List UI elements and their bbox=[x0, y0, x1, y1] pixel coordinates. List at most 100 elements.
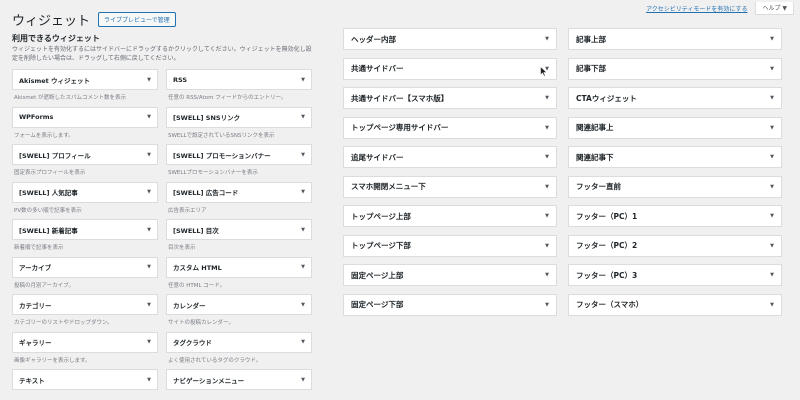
caret-down-icon[interactable]: ▼ bbox=[301, 189, 305, 195]
page-title: ウィジェット bbox=[12, 14, 91, 29]
caret-down-icon[interactable]: ▼ bbox=[545, 154, 549, 160]
widget-title-bar[interactable]: Akismet ウィジェット ▼ bbox=[12, 69, 158, 90]
widget-title-bar[interactable]: [SWELL] SNSリンク ▼ bbox=[166, 106, 312, 128]
sidebar-area[interactable]: 記事上部 ▼ bbox=[568, 28, 782, 50]
caret-down-icon[interactable]: ▼ bbox=[770, 66, 774, 72]
widget-title-bar[interactable]: カスタム HTML ▼ bbox=[166, 256, 312, 278]
sidebar-area[interactable]: 共通サイドバー ▼ bbox=[343, 57, 557, 80]
widget-label: [SWELL] プロフィール bbox=[19, 151, 91, 160]
widget-title-bar[interactable]: ギャラリー ▼ bbox=[12, 331, 158, 353]
page-header: ウィジェット ライブプレビューで管理 bbox=[12, 10, 176, 29]
caret-down-icon[interactable]: ▼ bbox=[545, 125, 549, 131]
widget-title-bar[interactable]: カレンダー ▼ bbox=[166, 294, 312, 315]
caret-down-icon[interactable]: ▼ bbox=[770, 272, 774, 278]
caret-down-icon[interactable]: ▼ bbox=[301, 152, 305, 158]
caret-down-icon[interactable]: ▼ bbox=[545, 184, 549, 190]
sidebar-area[interactable]: 共通サイドバー【スマホ版】 ▼ bbox=[343, 87, 557, 109]
sidebar-area-label: トップページ上部 bbox=[351, 211, 411, 221]
caret-down-icon[interactable]: ▼ bbox=[301, 114, 305, 120]
available-widgets-list: Akismet ウィジェット ▼ Akismet が遮断したスパムコメント数を表示 R… bbox=[12, 69, 312, 400]
caret-down-icon[interactable]: ▼ bbox=[301, 302, 305, 308]
widget-title-bar[interactable]: ナビゲーションメニュー ▼ bbox=[166, 369, 312, 390]
widget-title-bar[interactable]: タグクラウド ▼ bbox=[166, 331, 312, 353]
caret-down-icon[interactable]: ▼ bbox=[545, 36, 549, 42]
caret-down-icon[interactable]: ▼ bbox=[147, 189, 151, 195]
widget-title-bar[interactable]: [SWELL] 人気記事 ▼ bbox=[12, 181, 158, 203]
caret-down-icon[interactable]: ▼ bbox=[770, 243, 774, 249]
widget-label: ギャラリー bbox=[19, 339, 52, 347]
caret-down-icon[interactable]: ▼ bbox=[770, 95, 774, 101]
sidebar-area[interactable]: トップページ上部 ▼ bbox=[343, 205, 557, 227]
available-widgets-title: 利用できるウィジェット bbox=[12, 34, 100, 43]
sidebar-area[interactable]: フッター（PC）3 ▼ bbox=[568, 264, 782, 286]
widget-item: [SWELL] プロモーションバナー ▼ SWELLプロモーションバナーを表示 bbox=[166, 144, 312, 182]
sidebar-area[interactable]: 関連記事下 ▼ bbox=[568, 146, 782, 168]
sidebar-area[interactable]: フッター（PC）2 ▼ bbox=[568, 234, 782, 257]
caret-down-icon[interactable]: ▼ bbox=[545, 95, 549, 101]
available-widgets-description: ウィジェットを有効化するにはサイドバーにドラッグするかクリックしてください。ウィ… bbox=[12, 46, 312, 62]
widget-description: 投稿の月別アーカイブ。 bbox=[14, 282, 75, 289]
widget-title-bar[interactable]: RSS ▼ bbox=[166, 69, 312, 90]
caret-down-icon[interactable]: ▼ bbox=[770, 302, 774, 308]
sidebar-area-label: 記事下部 bbox=[576, 64, 606, 73]
caret-down-icon[interactable]: ▼ bbox=[545, 272, 549, 278]
widget-description: PV数の多い順で記事を表示 bbox=[14, 207, 82, 214]
sidebar-area[interactable]: トップページ下部 ▼ bbox=[343, 234, 557, 257]
widget-title-bar[interactable]: [SWELL] プロフィール ▼ bbox=[12, 144, 158, 165]
widget-title-bar[interactable]: テキスト ▼ bbox=[12, 369, 158, 390]
widget-description: SWELLプロモーションバナーを表示 bbox=[168, 170, 258, 176]
caret-down-icon[interactable]: ▼ bbox=[770, 36, 774, 42]
widget-title-bar[interactable]: [SWELL] 広告コード ▼ bbox=[166, 181, 312, 203]
widget-title-bar[interactable]: カテゴリー ▼ bbox=[12, 294, 158, 315]
widget-title-bar[interactable]: [SWELL] 新着記事 ▼ bbox=[12, 219, 158, 240]
widget-title-bar[interactable]: [SWELL] プロモーションバナー ▼ bbox=[166, 144, 312, 165]
sidebar-area[interactable]: 記事下部 ▼ bbox=[568, 57, 782, 80]
caret-down-icon[interactable]: ▼ bbox=[545, 213, 549, 219]
widget-description: 画像ギャラリーを表示します。 bbox=[14, 357, 91, 364]
caret-down-icon[interactable]: ▼ bbox=[301, 227, 305, 233]
caret-down-icon[interactable]: ▼ bbox=[147, 377, 151, 383]
live-preview-button[interactable]: ライブプレビューで管理 bbox=[98, 12, 176, 27]
widget-item: カレンダー ▼ サイトの投稿カレンダー。 bbox=[166, 294, 312, 332]
widget-title-bar[interactable]: [SWELL] 目次 ▼ bbox=[166, 219, 312, 240]
sidebar-area[interactable]: トップページ専用サイドバー ▼ bbox=[343, 116, 557, 139]
widget-label: テキスト bbox=[19, 376, 45, 385]
sidebar-area[interactable]: フッター（スマホ） ▼ bbox=[568, 293, 782, 316]
caret-down-icon[interactable]: ▼ bbox=[147, 302, 151, 308]
caret-down-icon[interactable]: ▼ bbox=[147, 152, 151, 158]
widget-label: [SWELL] SNSリンク bbox=[173, 114, 241, 122]
caret-down-icon[interactable]: ▼ bbox=[147, 264, 151, 270]
widget-description: 新着順で記事を表示 bbox=[14, 245, 64, 251]
caret-down-icon[interactable]: ▼ bbox=[301, 264, 305, 270]
caret-down-icon[interactable]: ▼ bbox=[545, 302, 549, 308]
sidebar-area[interactable]: ヘッダー内部 ▼ bbox=[343, 28, 557, 50]
widget-label: カレンダー bbox=[173, 301, 206, 310]
caret-down-icon[interactable]: ▼ bbox=[770, 184, 774, 190]
help-tab-button[interactable]: ヘルプ ▼ bbox=[755, 2, 794, 15]
caret-down-icon[interactable]: ▼ bbox=[770, 213, 774, 219]
caret-down-icon[interactable]: ▼ bbox=[770, 154, 774, 160]
sidebar-area[interactable]: 関連記事上 ▼ bbox=[568, 116, 782, 139]
caret-down-icon[interactable]: ▼ bbox=[770, 125, 774, 131]
sidebar-area[interactable]: CTAウィジェット ▼ bbox=[568, 87, 782, 109]
sidebar-area[interactable]: 固定ページ下部 ▼ bbox=[343, 293, 557, 316]
caret-down-icon[interactable]: ▼ bbox=[301, 77, 305, 83]
caret-down-icon[interactable]: ▼ bbox=[147, 339, 151, 345]
sidebar-area[interactable]: 固定ページ上部 ▼ bbox=[343, 264, 557, 286]
sidebar-area[interactable]: 追尾サイドバー ▼ bbox=[343, 146, 557, 168]
caret-down-icon[interactable]: ▼ bbox=[147, 77, 151, 83]
widget-title-bar[interactable]: アーカイブ ▼ bbox=[12, 256, 158, 278]
caret-down-icon[interactable]: ▼ bbox=[301, 339, 305, 345]
widget-label: ナビゲーションメニュー bbox=[173, 376, 245, 385]
sidebar-area[interactable]: スマホ開閉メニュー下 ▼ bbox=[343, 175, 557, 198]
caret-down-icon[interactable]: ▼ bbox=[147, 227, 151, 233]
sidebar-area[interactable]: フッター（PC）1 ▼ bbox=[568, 205, 782, 227]
caret-down-icon[interactable]: ▼ bbox=[301, 377, 305, 383]
sidebar-area-label: 関連記事上 bbox=[576, 123, 614, 132]
widget-label: タグクラウド bbox=[173, 339, 212, 347]
caret-down-icon[interactable]: ▼ bbox=[147, 114, 151, 120]
caret-down-icon[interactable]: ▼ bbox=[545, 243, 549, 249]
sidebar-area[interactable]: フッター直前 ▼ bbox=[568, 175, 782, 198]
accessibility-mode-link[interactable]: アクセシビリティモードを有効にする bbox=[646, 4, 747, 13]
widget-title-bar[interactable]: WPForms ▼ bbox=[12, 106, 158, 128]
